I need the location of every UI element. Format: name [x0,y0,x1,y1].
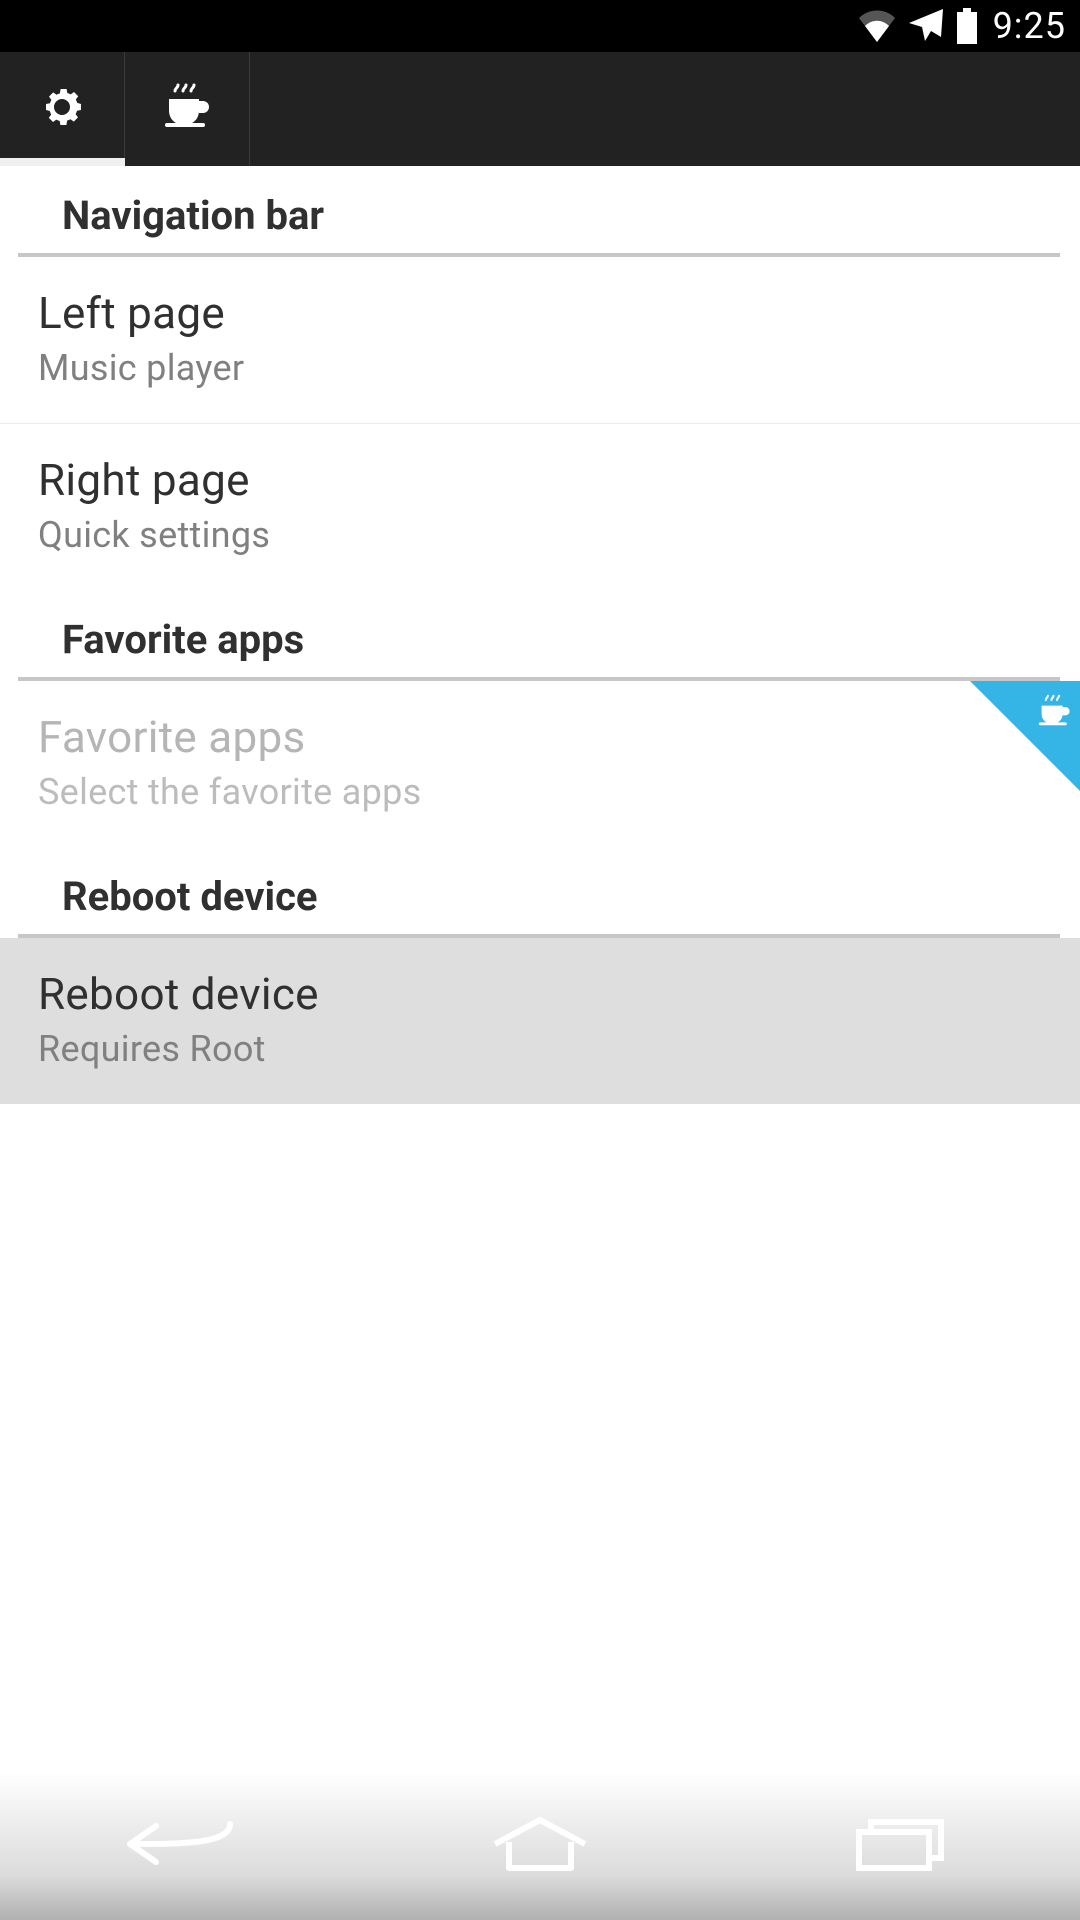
gear-icon [38,83,86,135]
status-bar: 9:25 [0,0,1080,52]
navigation-bar [0,1772,1080,1920]
list-item-sub: Select the favorite apps [38,771,1042,813]
list-item-title: Favorite apps [38,711,1042,763]
list-item-sub: Quick settings [38,514,1042,556]
action-bar [0,52,1080,166]
tab-settings[interactable] [0,52,125,166]
back-icon [120,1814,240,1878]
status-time: 9:25 [993,5,1066,47]
list-item-title: Reboot device [38,968,1042,1020]
settings-list: Navigation bar Left page Music player Ri… [0,166,1080,1824]
premium-badge [970,681,1080,791]
list-item-favorite-apps[interactable]: Favorite apps Select the favorite apps [0,681,1080,847]
home-button[interactable] [440,1814,640,1878]
tab-coffee[interactable] [125,52,250,166]
list-item-title: Left page [38,287,1042,339]
section-header-navigation-bar: Navigation bar [18,166,1060,257]
wifi-icon [857,10,897,42]
list-item-right-page[interactable]: Right page Quick settings [0,424,1080,590]
airplane-icon [907,7,945,45]
list-item-title: Right page [38,454,1042,506]
list-item-sub: Requires Root [38,1028,1042,1070]
recents-button[interactable] [800,1814,1000,1878]
list-item-reboot-device[interactable]: Reboot device Requires Root [0,938,1080,1104]
recents-icon [845,1814,955,1878]
section-header-favorite-apps: Favorite apps [18,590,1060,681]
home-icon [485,1814,595,1878]
coffee-icon [161,81,213,137]
battery-icon [955,8,979,44]
list-item-sub: Music player [38,347,1042,389]
tab-indicator [0,158,125,166]
list-item-left-page[interactable]: Left page Music player [0,257,1080,424]
section-header-reboot-device: Reboot device [18,847,1060,938]
back-button[interactable] [80,1814,280,1878]
